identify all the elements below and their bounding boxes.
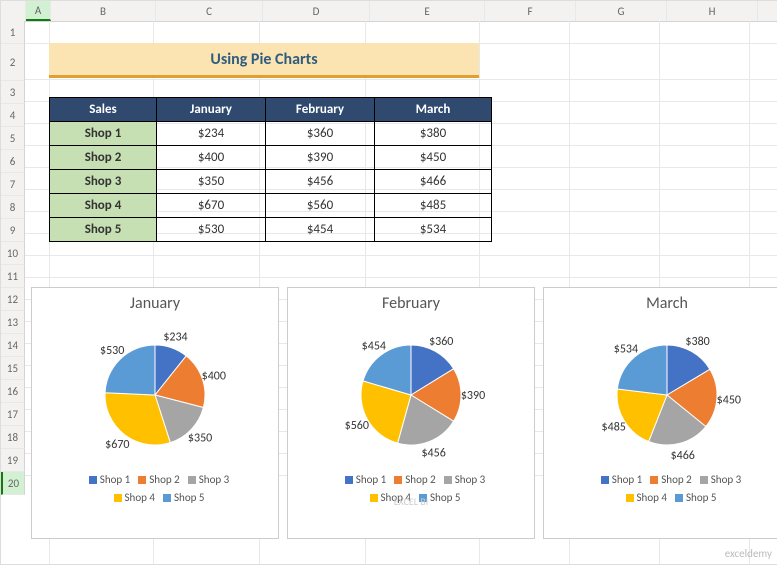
page-title: Using Pie Charts (49, 43, 479, 78)
table-row[interactable]: Shop 1$234$360$380 (50, 122, 492, 146)
col-header-G[interactable]: G (576, 1, 667, 21)
watermark-text: exceldemy (725, 547, 772, 560)
table-row[interactable]: Shop 4$670$560$485 (50, 194, 492, 218)
col-header-D[interactable]: D (263, 1, 370, 21)
row-header-18[interactable]: 18 (1, 426, 25, 449)
chart-title: February (382, 294, 440, 313)
chart-legend: Shop 1Shop 2Shop 3Shop 4Shop 5 (81, 471, 229, 507)
svg-text:$485: $485 (602, 421, 626, 435)
table-header[interactable]: January (157, 98, 266, 122)
col-header-H[interactable]: H (667, 1, 758, 21)
row-header-5[interactable]: 5 (1, 127, 25, 150)
svg-text:$454: $454 (362, 339, 386, 353)
row-header-15[interactable]: 15 (1, 357, 25, 380)
grid-area[interactable]: Using Pie Charts SalesJanuaryFebruaryMar… (25, 21, 777, 564)
chart-title: January (130, 294, 180, 313)
row-headers: 1234567891011121314151617181920 (1, 21, 25, 495)
svg-text:$400: $400 (202, 369, 226, 383)
svg-text:$450: $450 (717, 393, 741, 407)
row-header-4[interactable]: 4 (1, 104, 25, 127)
pie-chart[interactable]: March $380 $450 $466 $485 $534 Shop 1Shop 2Sho… (543, 287, 777, 539)
row-header-19[interactable]: 19 (1, 449, 25, 472)
svg-text:$390: $390 (461, 389, 485, 403)
col-header-C[interactable]: C (156, 1, 263, 21)
row-header-13[interactable]: 13 (1, 311, 25, 334)
pie-chart[interactable]: February$360$390$456$560$454Shop 1Shop 2… (287, 287, 535, 539)
svg-text:$360: $360 (429, 335, 453, 349)
col-header-B[interactable]: B (51, 1, 156, 21)
chart-title: March (646, 294, 688, 313)
table-header[interactable]: Sales (50, 98, 157, 122)
row-header-20[interactable]: 20 (1, 472, 25, 495)
row-header-8[interactable]: 8 (1, 196, 25, 219)
row-header-2[interactable]: 2 (1, 44, 25, 81)
row-header-9[interactable]: 9 (1, 219, 25, 242)
table-row[interactable]: Shop 5$530$454$534 (50, 218, 492, 242)
table-row[interactable]: Shop 3$350$456$466 (50, 170, 492, 194)
svg-text:$530: $530 (100, 344, 124, 358)
row-header-11[interactable]: 11 (1, 265, 25, 288)
svg-text:$670: $670 (105, 438, 129, 452)
col-header-E[interactable]: E (370, 1, 485, 21)
row-header-14[interactable]: 14 (1, 334, 25, 357)
col-header-A[interactable]: A (26, 1, 51, 21)
table-row[interactable]: Shop 2$400$390$450 (50, 146, 492, 170)
row-header-6[interactable]: 6 (1, 150, 25, 173)
chart-legend: Shop 1Shop 2Shop 3Shop 4Shop 5 (593, 471, 741, 507)
svg-text:$380: $380 (685, 335, 709, 349)
chart-row: January $234 $400 $350 $670 $530 Shop 1Shop 2S… (25, 287, 777, 539)
row-header-1[interactable]: 1 (1, 21, 25, 44)
spreadsheet-window: ABCDEFGH 1234567891011121314151617181920… (0, 0, 777, 565)
svg-text:$466: $466 (671, 449, 695, 463)
svg-text:$534: $534 (614, 343, 638, 357)
col-header-F[interactable]: F (485, 1, 576, 21)
data-table[interactable]: SalesJanuaryFebruaryMarchShop 1$234$360$… (49, 97, 492, 242)
row-header-16[interactable]: 16 (1, 380, 25, 403)
row-header-10[interactable]: 10 (1, 242, 25, 265)
row-header-12[interactable]: 12 (1, 288, 25, 311)
watermark-center: EXCEL BI (394, 495, 428, 508)
table-header[interactable]: March (375, 98, 492, 122)
svg-text:$560: $560 (345, 419, 369, 433)
svg-text:$350: $350 (188, 432, 212, 446)
svg-text:$456: $456 (421, 447, 445, 461)
svg-text:$234: $234 (163, 330, 187, 344)
row-header-17[interactable]: 17 (1, 403, 25, 426)
row-header-7[interactable]: 7 (1, 173, 25, 196)
pie-chart[interactable]: January $234 $400 $350 $670 $530 Shop 1Shop 2S… (31, 287, 279, 539)
column-headers: ABCDEFGH (1, 1, 777, 22)
table-header[interactable]: February (266, 98, 375, 122)
row-header-3[interactable]: 3 (1, 81, 25, 104)
